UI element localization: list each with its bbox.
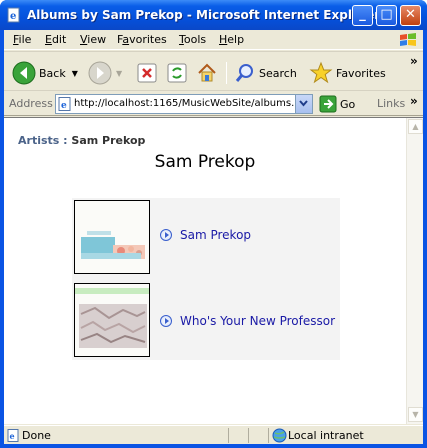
ie-page-icon: e [7, 7, 20, 23]
scroll-down-icon[interactable]: ▼ [408, 407, 423, 422]
address-bar: Address e http://localhost:1165/MusicWeb… [4, 92, 423, 116]
back-dropdown-icon[interactable]: ▼ [72, 69, 78, 78]
breadcrumb-separator: : [59, 134, 72, 147]
address-dropdown-button[interactable] [295, 95, 312, 113]
album-cover-art [75, 284, 149, 356]
status-text: Done [22, 429, 51, 442]
album-row[interactable]: Who's Your New Professor [72, 281, 340, 361]
scroll-up-icon[interactable]: ▲ [408, 119, 423, 134]
vertical-scrollbar[interactable]: ▲ ▼ [406, 118, 423, 424]
album-list: Sam Prekop Who's Your New Professor [72, 198, 340, 360]
menu-help[interactable]: Help [219, 33, 244, 46]
menu-edit[interactable]: Edit [45, 33, 66, 46]
play-arrow-icon[interactable] [160, 229, 172, 241]
page-viewport: Artists : Sam Prekop Sam Prekop Sam Prek… [4, 117, 423, 424]
breadcrumb: Artists : Sam Prekop [18, 134, 145, 147]
title-bar[interactable]: e Albums by Sam Prekop - Microsoft Inter… [0, 0, 427, 30]
windows-logo-icon [400, 33, 416, 46]
play-arrow-icon[interactable] [160, 315, 172, 327]
toolbar-separator [226, 62, 227, 84]
toolbar-overflow-chevron[interactable]: » [410, 54, 418, 68]
album-link[interactable]: Who's Your New Professor [180, 314, 335, 328]
search-button[interactable]: Search [234, 60, 297, 86]
security-zone-label: Local intranet [288, 429, 364, 442]
search-icon [235, 64, 253, 82]
menu-file[interactable]: File [13, 33, 31, 46]
close-button[interactable]: ✕ [400, 5, 421, 26]
forward-dropdown-icon[interactable]: ▼ [116, 69, 122, 78]
home-icon [198, 63, 216, 82]
menu-view[interactable]: View [80, 33, 106, 46]
chevron-down-icon [299, 100, 308, 107]
menu-tools[interactable]: Tools [179, 33, 206, 46]
status-bar: e Done Local intranet [4, 425, 423, 444]
links-overflow-chevron[interactable]: » [410, 94, 418, 108]
go-button[interactable]: Go [319, 95, 355, 113]
maximize-button[interactable]: □ [376, 5, 397, 26]
home-button[interactable] [196, 60, 218, 86]
go-label: Go [340, 97, 356, 111]
back-button[interactable]: Back ▼ [12, 60, 78, 86]
menu-bar: File Edit View Favorites Tools Help [4, 30, 423, 50]
intranet-zone-icon [272, 428, 287, 443]
window-title: Albums by Sam Prekop - Microsoft Interne… [27, 8, 381, 22]
svg-text:e: e [10, 431, 15, 441]
status-divider [268, 428, 269, 443]
stop-icon [137, 63, 157, 83]
forward-arrow-icon [88, 61, 112, 85]
stop-button[interactable] [136, 60, 158, 86]
browser-window: e Albums by Sam Prekop - Microsoft Inter… [0, 0, 427, 448]
minimize-button[interactable]: _ [352, 5, 373, 26]
back-label: Back [39, 66, 66, 80]
favorites-button[interactable]: Favorites [309, 60, 386, 86]
svg-text:e: e [10, 11, 16, 22]
status-divider [228, 428, 229, 443]
svg-text:e: e [61, 101, 67, 111]
address-url: http://localhost:1165/MusicWebSite/album… [74, 98, 294, 109]
links-toolbar[interactable]: Links [377, 97, 405, 110]
album-cover-image[interactable] [74, 283, 150, 357]
address-label: Address [9, 97, 53, 110]
standard-toolbar: Back ▼ ▼ Search Favorites » [4, 51, 423, 91]
page-icon: e [58, 97, 71, 111]
breadcrumb-artists-link[interactable]: Artists [18, 134, 59, 147]
refresh-icon [167, 63, 187, 83]
refresh-button[interactable] [166, 60, 188, 86]
favorites-label: Favorites [336, 66, 386, 80]
favorites-star-icon [309, 61, 333, 84]
page-title: Sam Prekop [154, 152, 256, 172]
forward-button[interactable]: ▼ [88, 60, 122, 86]
search-label: Search [259, 66, 297, 80]
breadcrumb-current: Sam Prekop [71, 134, 146, 147]
window-client: File Edit View Favorites Tools Help Back [4, 30, 423, 444]
back-arrow-icon [12, 61, 36, 85]
album-cover-art [75, 201, 149, 273]
address-input[interactable]: e http://localhost:1165/MusicWebSite/alb… [55, 94, 313, 114]
page-done-icon: e [7, 429, 19, 442]
menu-favorites[interactable]: Favorites [117, 33, 167, 46]
go-arrow-icon [319, 95, 337, 113]
album-link[interactable]: Sam Prekop [180, 228, 251, 242]
status-divider [248, 428, 249, 443]
album-cover-image[interactable] [74, 200, 150, 274]
album-row[interactable]: Sam Prekop [72, 198, 340, 278]
